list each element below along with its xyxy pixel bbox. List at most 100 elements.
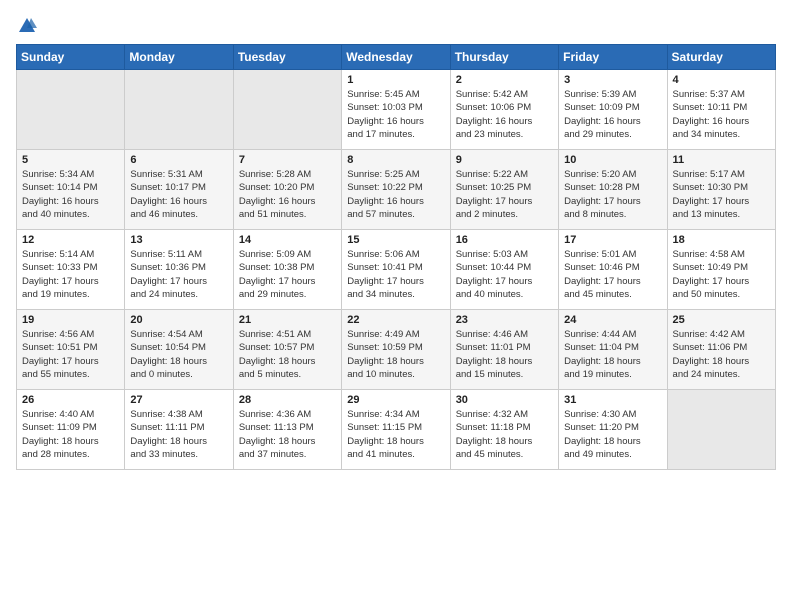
day-number: 22 <box>347 314 444 326</box>
day-number: 9 <box>456 154 553 166</box>
day-info: Sunrise: 5:22 AM Sunset: 10:25 PM Daylig… <box>456 168 553 221</box>
day-number: 4 <box>673 74 770 86</box>
day-cell: 28 Sunrise: 4:36 AM Sunset: 11:13 PM Dayl… <box>233 390 341 470</box>
day-number: 17 <box>564 234 661 246</box>
day-cell <box>125 70 233 150</box>
day-number: 27 <box>130 394 227 406</box>
day-info: Sunrise: 4:54 AM Sunset: 10:54 PM Daylig… <box>130 328 227 381</box>
day-number: 28 <box>239 394 336 406</box>
day-info: Sunrise: 5:45 AM Sunset: 10:03 PM Daylig… <box>347 88 444 141</box>
day-cell: 12Sunrise: 5:14 AM Sunset: 10:33 PM Dayl… <box>17 230 125 310</box>
day-info: Sunrise: 5:31 AM Sunset: 10:17 PM Daylig… <box>130 168 227 221</box>
day-info: Sunrise: 4:58 AM Sunset: 10:49 PM Daylig… <box>673 248 770 301</box>
day-cell: 15 Sunrise: 5:06 AM Sunset: 10:41 PM Dayl… <box>342 230 450 310</box>
day-cell: 17 Sunrise: 5:01 AM Sunset: 10:46 PM Dayl… <box>559 230 667 310</box>
day-cell <box>667 390 775 470</box>
day-number: 15 <box>347 234 444 246</box>
day-number: 1 <box>347 74 444 86</box>
week-row-2: 5Sunrise: 5:34 AM Sunset: 10:14 PM Dayli… <box>17 150 776 230</box>
day-number: 20 <box>130 314 227 326</box>
day-info: Sunrise: 4:30 AM Sunset: 11:20 PM Daylig… <box>564 408 661 461</box>
day-info: Sunrise: 4:40 AM Sunset: 11:09 PM Daylig… <box>22 408 119 461</box>
day-number: 24 <box>564 314 661 326</box>
day-number: 16 <box>456 234 553 246</box>
week-row-4: 19Sunrise: 4:56 AM Sunset: 10:51 PM Dayl… <box>17 310 776 390</box>
day-cell: 13 Sunrise: 5:11 AM Sunset: 10:36 PM Dayl… <box>125 230 233 310</box>
day-number: 13 <box>130 234 227 246</box>
day-cell: 1 Sunrise: 5:45 AM Sunset: 10:03 PM Dayli… <box>342 70 450 150</box>
day-cell: 6Sunrise: 5:31 AM Sunset: 10:17 PM Dayli… <box>125 150 233 230</box>
day-info: Sunrise: 4:34 AM Sunset: 11:15 PM Daylig… <box>347 408 444 461</box>
day-number: 18 <box>673 234 770 246</box>
day-cell: 3Sunrise: 5:39 AM Sunset: 10:09 PM Dayli… <box>559 70 667 150</box>
day-cell: 4 Sunrise: 5:37 AM Sunset: 10:11 PM Dayli… <box>667 70 775 150</box>
day-header-tuesday: Tuesday <box>233 45 341 70</box>
day-cell: 9 Sunrise: 5:22 AM Sunset: 10:25 PM Dayli… <box>450 150 558 230</box>
day-cell: 10Sunrise: 5:20 AM Sunset: 10:28 PM Dayl… <box>559 150 667 230</box>
day-cell: 11 Sunrise: 5:17 AM Sunset: 10:30 PM Dayl… <box>667 150 775 230</box>
day-number: 26 <box>22 394 119 406</box>
day-info: Sunrise: 5:11 AM Sunset: 10:36 PM Daylig… <box>130 248 227 301</box>
day-cell: 21 Sunrise: 4:51 AM Sunset: 10:57 PM Dayl… <box>233 310 341 390</box>
day-info: Sunrise: 4:36 AM Sunset: 11:13 PM Daylig… <box>239 408 336 461</box>
day-cell <box>233 70 341 150</box>
day-cell: 5Sunrise: 5:34 AM Sunset: 10:14 PM Dayli… <box>17 150 125 230</box>
day-headers-row: SundayMondayTuesdayWednesdayThursdayFrid… <box>17 45 776 70</box>
day-number: 11 <box>673 154 770 166</box>
day-cell: 30 Sunrise: 4:32 AM Sunset: 11:18 PM Dayl… <box>450 390 558 470</box>
day-info: Sunrise: 4:46 AM Sunset: 11:01 PM Daylig… <box>456 328 553 381</box>
week-row-3: 12Sunrise: 5:14 AM Sunset: 10:33 PM Dayl… <box>17 230 776 310</box>
day-cell: 14 Sunrise: 5:09 AM Sunset: 10:38 PM Dayl… <box>233 230 341 310</box>
day-header-wednesday: Wednesday <box>342 45 450 70</box>
day-cell: 2Sunrise: 5:42 AM Sunset: 10:06 PM Dayli… <box>450 70 558 150</box>
day-info: Sunrise: 5:28 AM Sunset: 10:20 PM Daylig… <box>239 168 336 221</box>
day-info: Sunrise: 5:14 AM Sunset: 10:33 PM Daylig… <box>22 248 119 301</box>
calendar-table: SundayMondayTuesdayWednesdayThursdayFrid… <box>16 44 776 470</box>
week-row-1: 1 Sunrise: 5:45 AM Sunset: 10:03 PM Dayli… <box>17 70 776 150</box>
day-number: 7 <box>239 154 336 166</box>
day-header-friday: Friday <box>559 45 667 70</box>
day-info: Sunrise: 4:32 AM Sunset: 11:18 PM Daylig… <box>456 408 553 461</box>
day-cell: 29 Sunrise: 4:34 AM Sunset: 11:15 PM Dayl… <box>342 390 450 470</box>
day-cell: 20 Sunrise: 4:54 AM Sunset: 10:54 PM Dayl… <box>125 310 233 390</box>
day-header-saturday: Saturday <box>667 45 775 70</box>
day-info: Sunrise: 5:39 AM Sunset: 10:09 PM Daylig… <box>564 88 661 141</box>
day-info: Sunrise: 4:49 AM Sunset: 10:59 PM Daylig… <box>347 328 444 381</box>
day-number: 23 <box>456 314 553 326</box>
day-header-monday: Monday <box>125 45 233 70</box>
day-number: 5 <box>22 154 119 166</box>
day-info: Sunrise: 4:44 AM Sunset: 11:04 PM Daylig… <box>564 328 661 381</box>
day-cell: 25 Sunrise: 4:42 AM Sunset: 11:06 PM Dayl… <box>667 310 775 390</box>
day-header-thursday: Thursday <box>450 45 558 70</box>
day-cell: 22 Sunrise: 4:49 AM Sunset: 10:59 PM Dayl… <box>342 310 450 390</box>
day-cell: 18 Sunrise: 4:58 AM Sunset: 10:49 PM Dayl… <box>667 230 775 310</box>
day-info: Sunrise: 5:37 AM Sunset: 10:11 PM Daylig… <box>673 88 770 141</box>
logo-icon <box>17 16 37 36</box>
logo <box>16 16 37 32</box>
day-info: Sunrise: 5:09 AM Sunset: 10:38 PM Daylig… <box>239 248 336 301</box>
day-header-sunday: Sunday <box>17 45 125 70</box>
day-number: 10 <box>564 154 661 166</box>
day-cell: 26 Sunrise: 4:40 AM Sunset: 11:09 PM Dayl… <box>17 390 125 470</box>
day-info: Sunrise: 5:25 AM Sunset: 10:22 PM Daylig… <box>347 168 444 221</box>
day-info: Sunrise: 4:42 AM Sunset: 11:06 PM Daylig… <box>673 328 770 381</box>
day-info: Sunrise: 5:01 AM Sunset: 10:46 PM Daylig… <box>564 248 661 301</box>
day-info: Sunrise: 4:56 AM Sunset: 10:51 PM Daylig… <box>22 328 119 381</box>
header <box>16 16 776 32</box>
day-number: 30 <box>456 394 553 406</box>
day-info: Sunrise: 5:17 AM Sunset: 10:30 PM Daylig… <box>673 168 770 221</box>
day-number: 21 <box>239 314 336 326</box>
week-row-5: 26 Sunrise: 4:40 AM Sunset: 11:09 PM Dayl… <box>17 390 776 470</box>
day-info: Sunrise: 5:03 AM Sunset: 10:44 PM Daylig… <box>456 248 553 301</box>
day-number: 29 <box>347 394 444 406</box>
day-info: Sunrise: 5:06 AM Sunset: 10:41 PM Daylig… <box>347 248 444 301</box>
day-number: 25 <box>673 314 770 326</box>
day-cell: 8 Sunrise: 5:25 AM Sunset: 10:22 PM Dayli… <box>342 150 450 230</box>
day-info: Sunrise: 4:51 AM Sunset: 10:57 PM Daylig… <box>239 328 336 381</box>
day-number: 2 <box>456 74 553 86</box>
day-number: 8 <box>347 154 444 166</box>
day-number: 14 <box>239 234 336 246</box>
day-cell: 27 Sunrise: 4:38 AM Sunset: 11:11 PM Dayl… <box>125 390 233 470</box>
day-number: 31 <box>564 394 661 406</box>
day-info: Sunrise: 4:38 AM Sunset: 11:11 PM Daylig… <box>130 408 227 461</box>
